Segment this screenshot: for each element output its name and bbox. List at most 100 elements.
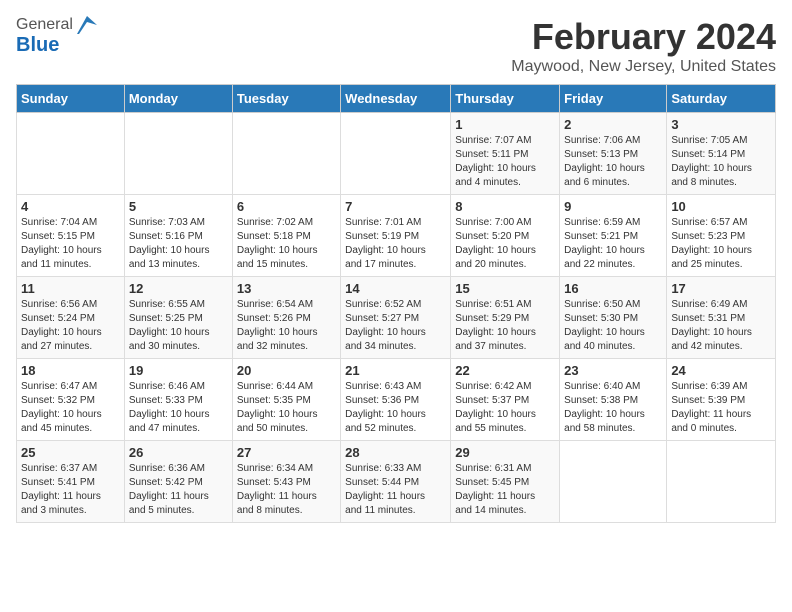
main-title: February 2024 xyxy=(511,16,776,58)
day-info: Sunrise: 6:33 AM Sunset: 5:44 PM Dayligh… xyxy=(345,462,446,518)
day-number: 11 xyxy=(21,281,120,296)
day-info: Sunrise: 6:36 AM Sunset: 5:42 PM Dayligh… xyxy=(129,462,228,518)
calendar-cell xyxy=(124,113,232,195)
calendar-cell: 9 Sunrise: 6:59 AM Sunset: 5:21 PM Daylig… xyxy=(560,195,667,277)
day-header-monday: Monday xyxy=(124,85,232,113)
days-header-row: SundayMondayTuesdayWednesdayThursdayFrid… xyxy=(17,85,776,113)
calendar-cell xyxy=(667,441,776,523)
day-number: 24 xyxy=(671,363,771,378)
calendar-cell: 5 Sunrise: 7:03 AM Sunset: 5:16 PM Daylig… xyxy=(124,195,232,277)
day-number: 4 xyxy=(21,199,120,214)
calendar-cell: 22Sunrise: 6:42 AM Sunset: 5:37 PM Dayli… xyxy=(451,359,560,441)
calendar-cell xyxy=(232,113,340,195)
day-info: Sunrise: 6:49 AM Sunset: 5:31 PM Dayligh… xyxy=(671,298,771,354)
day-info: Sunrise: 6:59 AM Sunset: 5:21 PM Dayligh… xyxy=(564,216,662,272)
day-info: Sunrise: 6:43 AM Sunset: 5:36 PM Dayligh… xyxy=(345,380,446,436)
calendar-cell: 15 Sunrise: 6:51 AM Sunset: 5:29 PM Dayli… xyxy=(451,277,560,359)
day-info: Sunrise: 6:37 AM Sunset: 5:41 PM Dayligh… xyxy=(21,462,120,518)
day-header-sunday: Sunday xyxy=(17,85,125,113)
day-info: Sunrise: 6:40 AM Sunset: 5:38 PM Dayligh… xyxy=(564,380,662,436)
day-number: 16 xyxy=(564,281,662,296)
day-number: 7 xyxy=(345,199,446,214)
day-info: Sunrise: 6:55 AM Sunset: 5:25 PM Dayligh… xyxy=(129,298,228,354)
calendar-cell: 2 Sunrise: 7:06 AM Sunset: 5:13 PM Daylig… xyxy=(560,113,667,195)
calendar-table: SundayMondayTuesdayWednesdayThursdayFrid… xyxy=(16,84,776,523)
logo-blue-text: Blue xyxy=(16,34,97,57)
day-number: 8 xyxy=(455,199,555,214)
calendar-cell: 26 Sunrise: 6:36 AM Sunset: 5:42 PM Dayli… xyxy=(124,441,232,523)
calendar-cell: 20Sunrise: 6:44 AM Sunset: 5:35 PM Dayli… xyxy=(232,359,340,441)
logo-general-text: General xyxy=(16,16,73,34)
day-info: Sunrise: 7:00 AM Sunset: 5:20 PM Dayligh… xyxy=(455,216,555,272)
day-info: Sunrise: 6:56 AM Sunset: 5:24 PM Dayligh… xyxy=(21,298,120,354)
calendar-week-5: 25 Sunrise: 6:37 AM Sunset: 5:41 PM Dayli… xyxy=(17,441,776,523)
day-header-friday: Friday xyxy=(560,85,667,113)
day-number: 17 xyxy=(671,281,771,296)
day-number: 12 xyxy=(129,281,228,296)
day-info: Sunrise: 7:04 AM Sunset: 5:15 PM Dayligh… xyxy=(21,216,120,272)
logo-icon xyxy=(75,16,97,34)
logo: General Blue xyxy=(16,16,97,57)
title-section: February 2024 Maywood, New Jersey, Unite… xyxy=(511,16,776,76)
calendar-cell: 23 Sunrise: 6:40 AM Sunset: 5:38 PM Dayli… xyxy=(560,359,667,441)
day-number: 29 xyxy=(455,445,555,460)
calendar-cell: 16 Sunrise: 6:50 AM Sunset: 5:30 PM Dayli… xyxy=(560,277,667,359)
day-number: 13 xyxy=(237,281,336,296)
day-info: Sunrise: 7:05 AM Sunset: 5:14 PM Dayligh… xyxy=(671,134,771,190)
day-info: Sunrise: 7:07 AM Sunset: 5:11 PM Dayligh… xyxy=(455,134,555,190)
calendar-cell: 7 Sunrise: 7:01 AM Sunset: 5:19 PM Daylig… xyxy=(341,195,451,277)
calendar-cell: 29Sunrise: 6:31 AM Sunset: 5:45 PM Dayli… xyxy=(451,441,560,523)
day-info: Sunrise: 6:39 AM Sunset: 5:39 PM Dayligh… xyxy=(671,380,771,436)
calendar-cell: 4 Sunrise: 7:04 AM Sunset: 5:15 PM Daylig… xyxy=(17,195,125,277)
day-info: Sunrise: 7:02 AM Sunset: 5:18 PM Dayligh… xyxy=(237,216,336,272)
day-header-thursday: Thursday xyxy=(451,85,560,113)
day-number: 15 xyxy=(455,281,555,296)
calendar-header: SundayMondayTuesdayWednesdayThursdayFrid… xyxy=(17,85,776,113)
day-number: 22 xyxy=(455,363,555,378)
calendar-body: 1Sunrise: 7:07 AM Sunset: 5:11 PM Daylig… xyxy=(17,113,776,523)
day-info: Sunrise: 7:06 AM Sunset: 5:13 PM Dayligh… xyxy=(564,134,662,190)
calendar-cell xyxy=(17,113,125,195)
day-number: 9 xyxy=(564,199,662,214)
calendar-cell: 27Sunrise: 6:34 AM Sunset: 5:43 PM Dayli… xyxy=(232,441,340,523)
day-info: Sunrise: 6:54 AM Sunset: 5:26 PM Dayligh… xyxy=(237,298,336,354)
day-info: Sunrise: 6:57 AM Sunset: 5:23 PM Dayligh… xyxy=(671,216,771,272)
calendar-cell: 21Sunrise: 6:43 AM Sunset: 5:36 PM Dayli… xyxy=(341,359,451,441)
day-info: Sunrise: 7:01 AM Sunset: 5:19 PM Dayligh… xyxy=(345,216,446,272)
day-number: 3 xyxy=(671,117,771,132)
day-info: Sunrise: 6:44 AM Sunset: 5:35 PM Dayligh… xyxy=(237,380,336,436)
day-number: 5 xyxy=(129,199,228,214)
calendar-cell: 13 Sunrise: 6:54 AM Sunset: 5:26 PM Dayli… xyxy=(232,277,340,359)
calendar-cell: 1Sunrise: 7:07 AM Sunset: 5:11 PM Daylig… xyxy=(451,113,560,195)
day-info: Sunrise: 6:47 AM Sunset: 5:32 PM Dayligh… xyxy=(21,380,120,436)
calendar-cell: 11 Sunrise: 6:56 AM Sunset: 5:24 PM Dayli… xyxy=(17,277,125,359)
calendar-cell: 3 Sunrise: 7:05 AM Sunset: 5:14 PM Daylig… xyxy=(667,113,776,195)
day-number: 10 xyxy=(671,199,771,214)
calendar-cell: 17 Sunrise: 6:49 AM Sunset: 5:31 PM Dayli… xyxy=(667,277,776,359)
day-info: Sunrise: 6:51 AM Sunset: 5:29 PM Dayligh… xyxy=(455,298,555,354)
calendar-cell: 14Sunrise: 6:52 AM Sunset: 5:27 PM Dayli… xyxy=(341,277,451,359)
calendar-week-1: 1Sunrise: 7:07 AM Sunset: 5:11 PM Daylig… xyxy=(17,113,776,195)
day-info: Sunrise: 6:50 AM Sunset: 5:30 PM Dayligh… xyxy=(564,298,662,354)
calendar-week-4: 18 Sunrise: 6:47 AM Sunset: 5:32 PM Dayli… xyxy=(17,359,776,441)
calendar-week-2: 4 Sunrise: 7:04 AM Sunset: 5:15 PM Daylig… xyxy=(17,195,776,277)
day-number: 26 xyxy=(129,445,228,460)
day-number: 25 xyxy=(21,445,120,460)
day-number: 23 xyxy=(564,363,662,378)
day-number: 18 xyxy=(21,363,120,378)
day-info: Sunrise: 6:34 AM Sunset: 5:43 PM Dayligh… xyxy=(237,462,336,518)
calendar-cell: 18 Sunrise: 6:47 AM Sunset: 5:32 PM Dayli… xyxy=(17,359,125,441)
day-header-saturday: Saturday xyxy=(667,85,776,113)
calendar-cell: 19Sunrise: 6:46 AM Sunset: 5:33 PM Dayli… xyxy=(124,359,232,441)
day-number: 6 xyxy=(237,199,336,214)
day-info: Sunrise: 7:03 AM Sunset: 5:16 PM Dayligh… xyxy=(129,216,228,272)
day-number: 2 xyxy=(564,117,662,132)
calendar-cell: 28 Sunrise: 6:33 AM Sunset: 5:44 PM Dayli… xyxy=(341,441,451,523)
calendar-cell xyxy=(341,113,451,195)
day-number: 28 xyxy=(345,445,446,460)
day-header-tuesday: Tuesday xyxy=(232,85,340,113)
calendar-cell: 24 Sunrise: 6:39 AM Sunset: 5:39 PM Dayli… xyxy=(667,359,776,441)
header: General Blue February 2024 Maywood, New … xyxy=(16,16,776,76)
calendar-cell: 6 Sunrise: 7:02 AM Sunset: 5:18 PM Daylig… xyxy=(232,195,340,277)
day-info: Sunrise: 6:52 AM Sunset: 5:27 PM Dayligh… xyxy=(345,298,446,354)
